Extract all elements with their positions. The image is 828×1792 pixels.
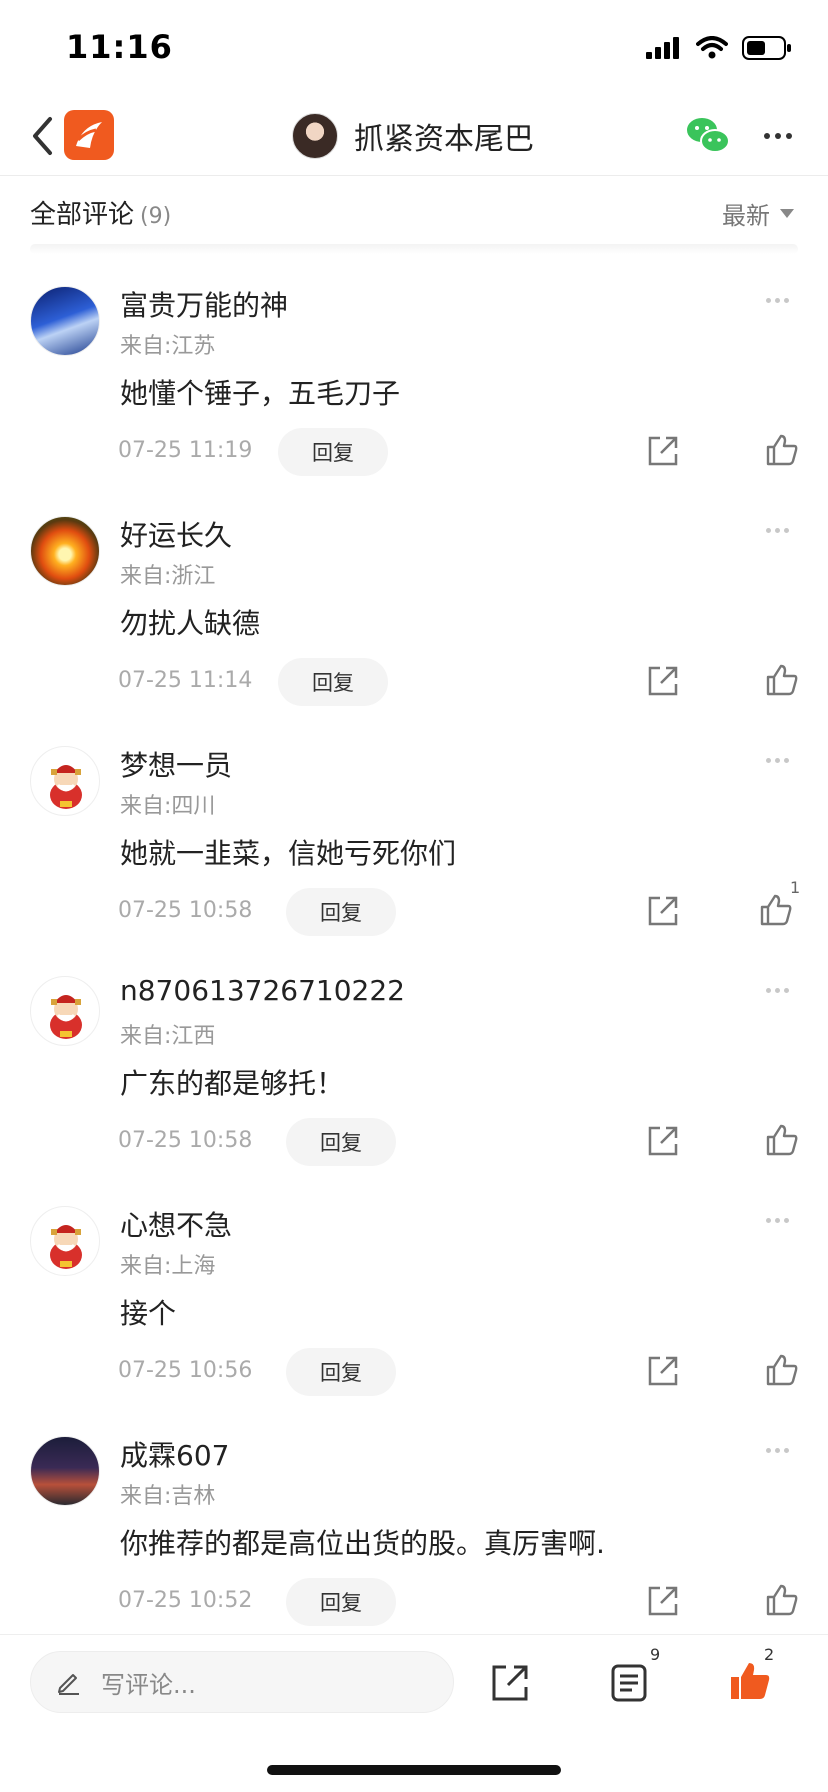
share-icon[interactable] [646, 1584, 680, 1618]
nav-bar: 抓紧资本尾巴 [0, 100, 828, 176]
comment-item: 成霖607 来自:吉林 你推荐的都是高位出货的股。真厉害啊. 07-25 10:… [0, 1404, 828, 1634]
comment-time: 07-25 10:56 [118, 1358, 253, 1383]
app-logo-icon[interactable] [64, 110, 114, 160]
status-time: 11:16 [66, 28, 173, 66]
more-icon[interactable] [766, 1448, 789, 1453]
comment-item: 富贵万能的神 来自:江苏 她懂个锤子，五毛刀子 07-25 11:19 回复 [0, 254, 828, 484]
comment-author[interactable]: 梦想一员 [120, 744, 232, 784]
comment-list-icon[interactable] [610, 1663, 648, 1703]
comment-location: 来自:浙江 [120, 564, 216, 589]
battery-icon [742, 36, 791, 60]
fortune-god-avatar-icon [50, 765, 82, 809]
more-icon[interactable] [766, 988, 789, 993]
thumbs-up-icon[interactable] [728, 1659, 772, 1703]
avatar[interactable] [30, 976, 100, 1046]
comment-location: 来自:吉林 [120, 1484, 216, 1509]
fortune-god-avatar-icon [50, 995, 82, 1039]
comment-count-badge: 9 [650, 1645, 661, 1664]
comment-item: n870613726710222 来自:江西 广东的都是够托！ 07-25 10… [0, 944, 828, 1174]
like-count-badge: 2 [764, 1645, 775, 1664]
avatar[interactable] [30, 1206, 100, 1276]
like-count: 1 [790, 878, 801, 897]
comment-time: 07-25 11:19 [118, 438, 253, 463]
avatar[interactable] [292, 113, 338, 159]
reply-button[interactable]: 回复 [278, 658, 388, 706]
comment-item: 梦想一员 来自:四川 她就一韭菜，信她亏死你们 07-25 10:58 回复 1 [0, 714, 828, 944]
more-icon[interactable] [766, 298, 789, 303]
share-icon[interactable] [646, 434, 680, 468]
wechat-share-button[interactable] [684, 112, 732, 160]
more-icon[interactable] [766, 1218, 789, 1223]
comment-text: 广东的都是够托！ [120, 1067, 345, 1100]
comment-time: 07-25 11:14 [118, 668, 253, 693]
pencil-icon [58, 1674, 79, 1695]
avatar[interactable] [30, 746, 100, 816]
thumbs-up-icon[interactable] [764, 662, 800, 698]
comment-time: 07-25 10:58 [118, 1128, 253, 1153]
thumbs-up-icon[interactable] [764, 1582, 800, 1618]
divider [30, 244, 798, 254]
comment-location: 来自:江西 [120, 1024, 216, 1049]
thumbs-up-icon[interactable] [764, 432, 800, 468]
comments-title: 全部评论 (9) [30, 194, 171, 231]
comment-author[interactable]: 成霖607 [120, 1434, 229, 1474]
back-button[interactable] [22, 110, 62, 162]
comment-author[interactable]: 好运长久 [120, 514, 232, 554]
comment-location: 来自:四川 [120, 794, 216, 819]
thumbs-up-icon[interactable] [764, 1122, 800, 1158]
comment-author[interactable]: n870613726710222 [120, 974, 405, 1007]
reply-button[interactable]: 回复 [286, 888, 396, 936]
comment-text: 你推荐的都是高位出货的股。真厉害啊. [120, 1527, 605, 1560]
comment-location: 来自:上海 [120, 1254, 216, 1279]
comment-time: 07-25 10:52 [118, 1588, 253, 1613]
status-icons [646, 36, 792, 60]
bottom-bar: 写评论... 9 2 [0, 1634, 828, 1792]
comment-author[interactable]: 富贵万能的神 [120, 284, 288, 324]
comment-text: 她就一韭菜，信她亏死你们 [120, 837, 457, 870]
comment-author[interactable]: 心想不急 [120, 1204, 232, 1244]
comment-text: 勿扰人缺德 [120, 607, 261, 640]
comment-location: 来自:江苏 [120, 334, 216, 359]
more-icon[interactable] [766, 528, 789, 533]
avatar[interactable] [30, 1436, 100, 1506]
share-icon[interactable] [646, 1124, 680, 1158]
status-bar: 11:16 [0, 0, 828, 100]
reply-button[interactable]: 回复 [286, 1348, 396, 1396]
comments-title-label: 全部评论 [30, 200, 135, 230]
comment-list: 富贵万能的神 来自:江苏 她懂个锤子，五毛刀子 07-25 11:19 回复 好… [0, 254, 828, 1634]
page-title: 抓紧资本尾巴 [354, 122, 534, 157]
thumbs-up-icon[interactable] [758, 892, 794, 928]
more-icon[interactable] [766, 758, 789, 763]
share-icon[interactable] [646, 664, 680, 698]
fortune-god-avatar-icon [50, 1225, 82, 1269]
caret-down-icon [780, 209, 794, 218]
nav-profile[interactable]: 抓紧资本尾巴 [292, 110, 534, 162]
share-icon[interactable] [646, 1354, 680, 1388]
comment-text: 接个 [120, 1297, 177, 1330]
reply-button[interactable]: 回复 [286, 1578, 396, 1626]
share-icon[interactable] [646, 894, 680, 928]
wifi-icon [696, 36, 728, 59]
wechat-icon [687, 118, 730, 153]
avatar[interactable] [30, 286, 100, 356]
more-icon[interactable] [758, 116, 798, 156]
comments-count: (9) [140, 204, 172, 229]
share-icon[interactable] [490, 1663, 530, 1703]
comment-text: 她懂个锤子，五毛刀子 [120, 377, 401, 410]
reply-button[interactable]: 回复 [286, 1118, 396, 1166]
comment-item: 心想不急 来自:上海 接个 07-25 10:56 回复 [0, 1174, 828, 1404]
comments-header: 全部评论 (9) 最新 [0, 176, 828, 246]
sort-dropdown[interactable]: 最新 [722, 196, 794, 231]
comment-input-placeholder: 写评论... [101, 1670, 196, 1699]
reply-button[interactable]: 回复 [278, 428, 388, 476]
home-indicator[interactable] [267, 1765, 561, 1775]
comment-input[interactable]: 写评论... [30, 1651, 454, 1713]
comment-time: 07-25 10:58 [118, 898, 253, 923]
chevron-left-icon [33, 117, 52, 155]
signal-icon [646, 37, 679, 59]
comment-item: 好运长久 来自:浙江 勿扰人缺德 07-25 11:14 回复 [0, 484, 828, 714]
avatar[interactable] [30, 516, 100, 586]
thumbs-up-icon[interactable] [764, 1352, 800, 1388]
sort-label: 最新 [722, 202, 770, 230]
